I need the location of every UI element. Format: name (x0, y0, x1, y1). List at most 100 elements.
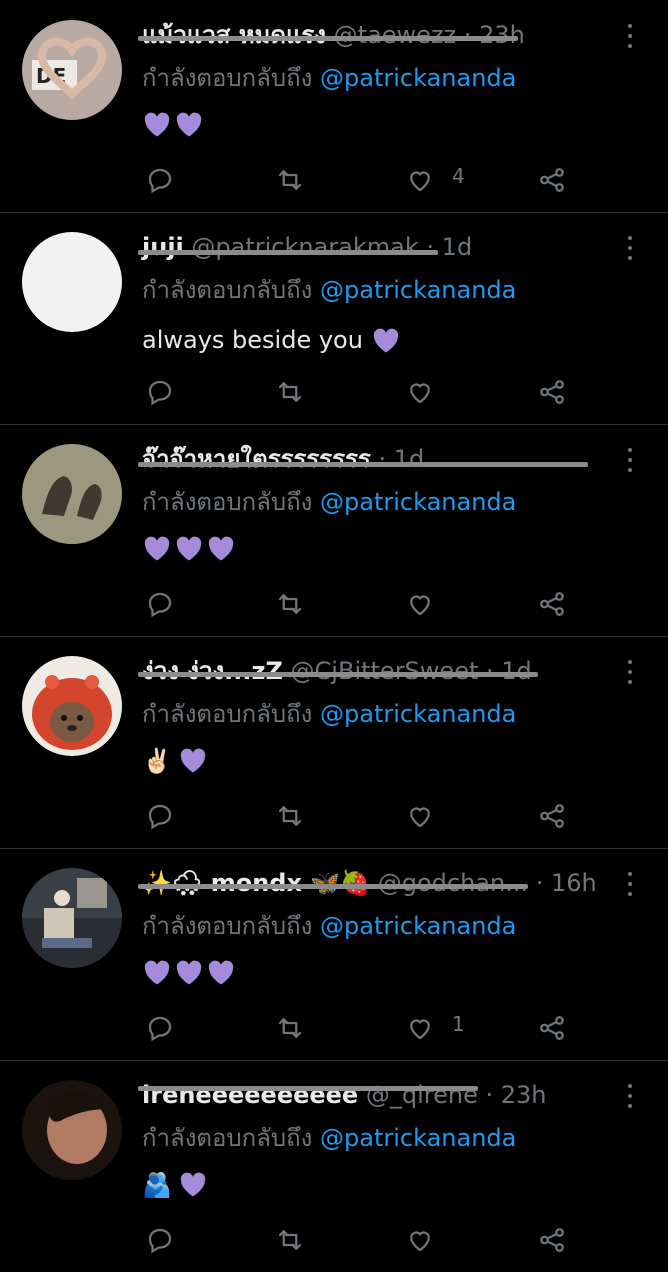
reply-button[interactable] (140, 1008, 180, 1048)
purple-heart-icon (206, 534, 236, 566)
action-bar (0, 372, 668, 412)
tweet-divider (0, 424, 668, 425)
mention-link[interactable]: @patrickananda (320, 276, 516, 304)
retweet-button[interactable] (270, 372, 310, 412)
more-options-icon[interactable] (616, 658, 644, 686)
tweet-text (142, 110, 204, 142)
user-handle[interactable]: @patricknarakmak (191, 233, 418, 261)
mention-link[interactable]: @patrickananda (320, 912, 516, 940)
like-button[interactable] (400, 1220, 440, 1260)
avatar[interactable]: DE (22, 20, 122, 120)
tweet-header: จ๊าจ๊าหายใตรรรรรรรร · 1d (142, 442, 424, 476)
share-button[interactable] (532, 1008, 572, 1048)
like-count: 4 (452, 164, 465, 188)
share-button[interactable] (532, 372, 572, 412)
user-handle[interactable]: @CjBitterSweet (291, 657, 479, 685)
more-options-icon[interactable] (616, 234, 644, 262)
timestamp[interactable]: 1d (394, 445, 425, 473)
purple-heart-icon (206, 958, 236, 990)
like-button[interactable] (400, 160, 440, 200)
action-bar (0, 584, 668, 624)
reply-button[interactable] (140, 796, 180, 836)
avatar[interactable] (22, 232, 122, 332)
redaction-line (138, 672, 538, 677)
reply-button[interactable] (140, 372, 180, 412)
tweet-header: juji @patricknarakmak · 1d (142, 230, 472, 264)
timestamp[interactable]: 1d (501, 657, 532, 685)
emoji-prefix: 🫂 (142, 1171, 172, 1199)
tweet-header: ง่วง ง่วง...zZ @CjBitterSweet · 1d (142, 654, 532, 688)
tweet-text (142, 958, 236, 990)
tweet-reply[interactable]: ง่วง ง่วง...zZ @CjBitterSweet · 1d กำลัง… (0, 648, 668, 848)
tweet-divider (0, 848, 668, 849)
more-options-icon[interactable] (616, 22, 644, 50)
tweet-reply[interactable]: DE แม้วแวส หมดแรง @taewezz · 23h กำลังตอ… (0, 12, 668, 212)
separator-dot: · (463, 21, 480, 49)
tweet-reply[interactable]: juji @patricknarakmak · 1d กำลังตอบกลับถ… (0, 224, 668, 424)
display-name[interactable]: จ๊าจ๊าหายใตรรรรรรรร (142, 445, 371, 473)
display-name[interactable]: ง่วง ง่วง...zZ (142, 657, 283, 685)
purple-heart-icon (142, 110, 172, 142)
redaction-line (138, 36, 518, 41)
tweet-header: แม้วแวส หมดแรง @taewezz · 23h (142, 18, 525, 52)
tweet-divider (0, 212, 668, 213)
share-button[interactable] (532, 160, 572, 200)
share-button[interactable] (532, 584, 572, 624)
retweet-button[interactable] (270, 1008, 310, 1048)
like-button[interactable] (400, 1008, 440, 1048)
user-handle[interactable]: @taewezz (334, 21, 456, 49)
user-handle[interactable]: @godchan... (378, 869, 528, 897)
mention-link[interactable]: @patrickananda (320, 1124, 516, 1152)
reply-button[interactable] (140, 1220, 180, 1260)
replying-to: กำลังตอบกลับถึง @patrickananda (142, 274, 516, 306)
retweet-button[interactable] (270, 796, 310, 836)
timestamp[interactable]: 16h (551, 869, 597, 897)
purple-heart-icon (178, 746, 208, 778)
replying-to: กำลังตอบกลับถึง @patrickananda (142, 486, 516, 518)
replying-to: กำลังตอบกลับถึง @patrickananda (142, 62, 516, 94)
more-options-icon[interactable] (616, 1082, 644, 1110)
tweet-divider (0, 1060, 668, 1061)
like-button[interactable] (400, 796, 440, 836)
like-button[interactable] (400, 584, 440, 624)
tweet-text (142, 534, 236, 566)
action-bar: 4 (0, 160, 668, 200)
more-options-icon[interactable] (616, 446, 644, 474)
avatar[interactable] (22, 1080, 122, 1180)
tweet-reply[interactable]: จ๊าจ๊าหายใตรรรรรรรร · 1d กำลังตอบกลับถึง… (0, 436, 668, 636)
mention-link[interactable]: @patrickananda (320, 700, 516, 728)
timestamp[interactable]: 1d (442, 233, 473, 261)
display-name[interactable]: แม้วแวส หมดแรง (142, 21, 326, 49)
avatar[interactable] (22, 868, 122, 968)
separator-dot: · (535, 869, 551, 897)
avatar[interactable] (22, 656, 122, 756)
retweet-button[interactable] (270, 1220, 310, 1260)
mention-link[interactable]: @patrickananda (320, 488, 516, 516)
tweet-header: ireneeeeeeeeee @_qirene · 23h (142, 1078, 546, 1112)
display-name[interactable]: juji (142, 233, 184, 261)
tweet-reply[interactable]: ✨🌨 mondx 🦋🍓 @godchan... · 16h กำลังตอบกล… (0, 860, 668, 1060)
reply-prefix: กำลังตอบกลับถึง (142, 912, 313, 940)
action-bar: 1 (0, 1008, 668, 1048)
replying-to: กำลังตอบกลับถึง @patrickananda (142, 1122, 516, 1154)
avatar[interactable] (22, 444, 122, 544)
retweet-button[interactable] (270, 160, 310, 200)
action-bar (0, 796, 668, 836)
reply-button[interactable] (140, 584, 180, 624)
tweet-reply[interactable]: ireneeeeeeeeee @_qirene · 23h กำลังตอบกล… (0, 1072, 668, 1272)
separator-dot: · (485, 1081, 501, 1109)
display-name[interactable]: ✨🌨 mondx 🦋🍓 (142, 869, 370, 897)
purple-heart-icon (371, 328, 401, 360)
share-button[interactable] (532, 1220, 572, 1260)
reply-prefix: กำลังตอบกลับถึง (142, 700, 313, 728)
share-button[interactable] (532, 796, 572, 836)
like-button[interactable] (400, 372, 440, 412)
retweet-button[interactable] (270, 584, 310, 624)
tweet-text: always beside you (142, 320, 401, 357)
mention-link[interactable]: @patrickananda (320, 64, 516, 92)
timestamp[interactable]: 23h (501, 1081, 547, 1109)
more-options-icon[interactable] (616, 870, 644, 898)
reply-button[interactable] (140, 160, 180, 200)
tweet-text: ✌🏻 (142, 746, 208, 778)
timestamp[interactable]: 23h (479, 21, 525, 49)
